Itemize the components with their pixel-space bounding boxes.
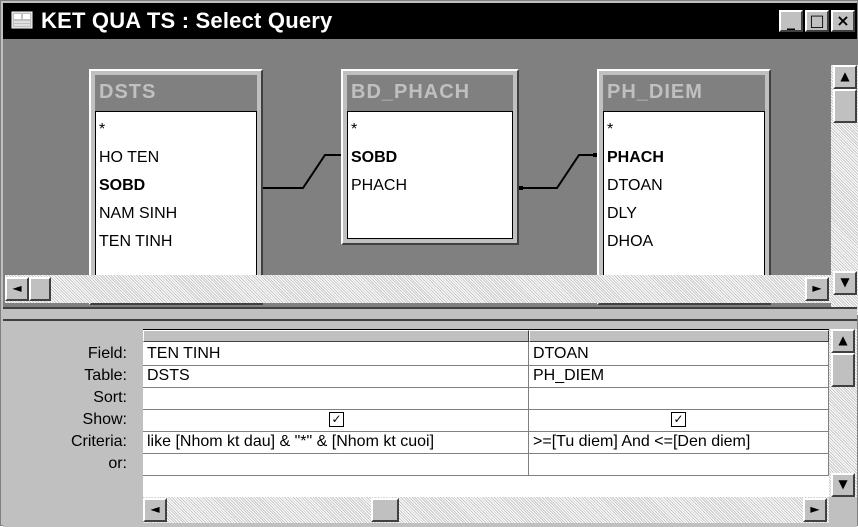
close-button[interactable]: × <box>831 10 855 32</box>
grid-cell-field[interactable]: TEN TINH <box>143 342 529 366</box>
row-label-show: Show: <box>82 411 127 428</box>
grid-cell-or[interactable] <box>143 452 529 476</box>
show-checkbox[interactable]: ✓ <box>329 412 344 427</box>
join-dot <box>593 153 597 157</box>
row-label-criteria: Criteria: <box>70 433 127 450</box>
show-checkbox[interactable]: ✓ <box>671 412 686 427</box>
scroll-up-icon[interactable]: ▲ <box>833 65 857 89</box>
scroll-up-icon[interactable]: ▲ <box>831 329 855 353</box>
scroll-right-icon[interactable]: ► <box>805 277 829 301</box>
scroll-left-icon[interactable]: ◄ <box>143 498 167 522</box>
scroll-down-icon[interactable]: ▼ <box>831 473 855 497</box>
pane-splitter[interactable] <box>3 307 857 321</box>
join-lines <box>263 153 597 190</box>
table-designer-pane[interactable]: DSTS * HO TEN SOBD NAM SINH TEN TINH BD_… <box>3 39 858 315</box>
scroll-thumb[interactable] <box>833 89 857 123</box>
grid-cell-table[interactable]: DSTS <box>143 364 529 388</box>
grid-cell-sort[interactable] <box>529 386 829 410</box>
maximize-button[interactable]: □ <box>805 10 829 32</box>
column-selector[interactable] <box>143 330 529 342</box>
grid-cell-criteria[interactable]: like [Nhom kt dau] & "*" & [Nhom kt cuoi… <box>143 430 529 454</box>
grid-horizontal-scrollbar[interactable]: ◄ ► <box>143 497 829 523</box>
designer-vertical-scrollbar[interactable]: ▲ ▼ <box>831 65 858 315</box>
grid-cell-or[interactable] <box>529 452 829 476</box>
grid-cell-sort[interactable] <box>143 386 529 410</box>
grid-cell-field[interactable]: DTOAN <box>529 342 829 366</box>
grid-cell-show[interactable]: ✓ <box>529 408 829 432</box>
scroll-right-icon[interactable]: ► <box>803 498 827 522</box>
scroll-thumb[interactable] <box>831 353 855 387</box>
row-label-field: Field: <box>87 345 127 362</box>
query-window-icon[interactable] <box>11 10 33 30</box>
window-title: KET QUA TS : Select Query <box>41 8 333 33</box>
scroll-down-icon[interactable]: ▼ <box>833 271 857 295</box>
grid-cell-show[interactable]: ✓ <box>143 408 529 432</box>
grid-cell-criteria[interactable]: >=[Tu diem] And <=[Den diem] <box>529 430 829 454</box>
join-line-phach <box>519 154 597 189</box>
minimize-button[interactable]: _ <box>779 10 803 32</box>
scroll-thumb[interactable] <box>371 498 399 522</box>
grid-cell-table[interactable]: PH_DIEM <box>529 364 829 388</box>
scroll-thumb[interactable] <box>29 277 51 301</box>
query-grid-pane: Field: Table: Sort: Show: Criteria: or: … <box>3 321 857 527</box>
design-grid[interactable]: TEN TINH DSTS ✓ like [Nhom kt dau] & "*"… <box>143 329 829 497</box>
row-label-sort: Sort: <box>93 389 127 406</box>
designer-horizontal-scrollbar[interactable]: ◄ ► <box>5 275 831 303</box>
row-label-or: or: <box>108 455 127 472</box>
column-selector[interactable] <box>529 330 829 342</box>
scroll-left-icon[interactable]: ◄ <box>5 277 29 301</box>
row-label-table: Table: <box>84 367 127 384</box>
join-dot <box>519 186 523 190</box>
grid-vertical-scrollbar[interactable]: ▲ ▼ <box>829 329 857 497</box>
query-window: KET QUA TS : Select Query _ □ × DSTS * H… <box>0 0 858 527</box>
title-bar[interactable]: KET QUA TS : Select Query _ □ × <box>3 3 857 39</box>
join-line-sobd <box>263 154 341 189</box>
